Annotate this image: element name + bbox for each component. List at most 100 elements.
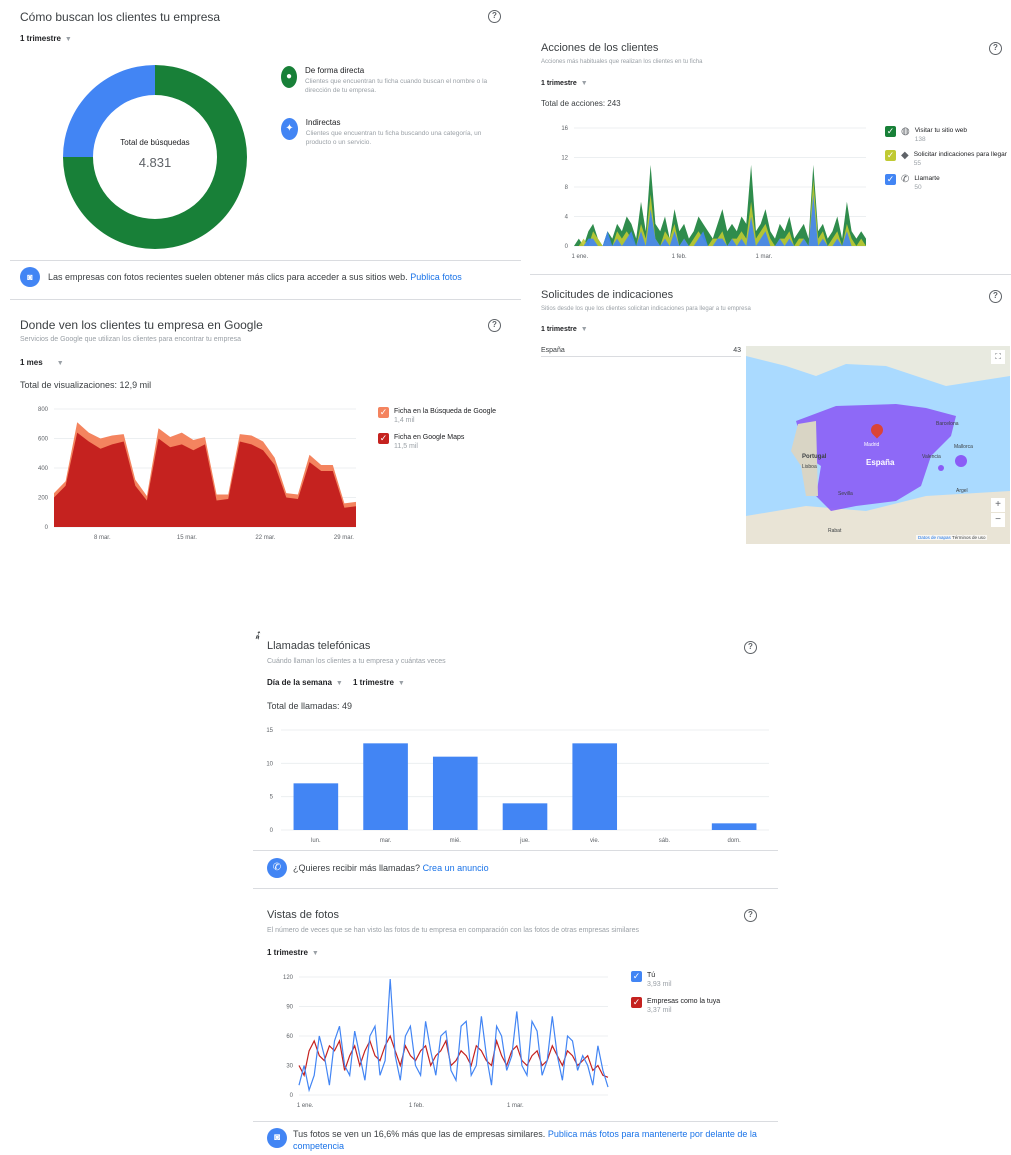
row-place: España [541, 347, 565, 354]
x-tick-label: sáb. [659, 838, 671, 844]
actions-period-dropdown[interactable]: 1 trimestre ▼ [541, 80, 588, 87]
bar [572, 743, 618, 830]
calls-subtitle: Cuándo llaman los clientes a tu empresa … [267, 658, 446, 665]
legend-indirect: ✦ Indirectas Clientes que encuentran tu … [281, 118, 491, 147]
divider [253, 850, 778, 851]
y-tick-label: 600 [38, 437, 49, 443]
help-icon[interactable]: ? [989, 42, 1002, 55]
y-tick-label: 0 [270, 828, 274, 834]
location-pin-icon: ● [281, 66, 298, 88]
calls-day-dropdown[interactable]: Día de la semana ▼ [267, 678, 343, 687]
legend-directions[interactable]: ✓ ◆ Solicitar indicaciones para llegar 55 [885, 150, 1007, 168]
calls-card: ➶ Llamadas telefónicas Cuándo llaman los… [250, 626, 778, 890]
checkbox-icon: ✓ [885, 126, 896, 137]
x-tick-label: dom. [727, 838, 741, 844]
x-tick-label: 1 ene. [571, 254, 588, 260]
map-data-link[interactable]: Datos de mapas [918, 535, 951, 540]
chevron-down-icon: ▼ [64, 36, 72, 43]
y-tick-label: 800 [38, 407, 49, 413]
photos-banner-text: Tus fotos se ven un 16,6% más que las de… [293, 1128, 767, 1152]
directions-row: España 43 [541, 347, 741, 357]
help-icon[interactable]: ? [744, 909, 757, 922]
donut-total-value: 4.831 [138, 155, 172, 170]
searches-period-dropdown[interactable]: 1 trimestre ▼ [20, 34, 72, 43]
x-tick-label: vie. [590, 838, 600, 844]
help-icon[interactable]: ? [488, 319, 501, 332]
divider [530, 274, 1011, 275]
directions-icon: ◆ [901, 150, 909, 161]
map-label-argel: Argel [956, 488, 968, 494]
x-tick-label: 15 mar. [177, 535, 197, 541]
checkbox-icon: ✓ [631, 997, 642, 1008]
legend-value: 11,5 mil [394, 443, 418, 450]
x-tick-label: 1 mar. [507, 1103, 524, 1109]
legend-indirect-title: Indirectas [305, 118, 341, 127]
map-label-sevilla: Sevilla [838, 491, 853, 497]
checkbox-icon: ✓ [378, 407, 389, 418]
legend-similar[interactable]: ✓ Empresas como la tuya 3,37 mil [631, 997, 771, 1015]
x-tick-label: mar. [380, 838, 392, 844]
compass-icon: ✦ [281, 118, 298, 140]
map-label-portugal: Portugal [802, 454, 827, 460]
legend-label: Ficha en Google Maps [394, 434, 465, 441]
legend-you[interactable]: ✓ Tú 3,93 mil [631, 971, 771, 989]
legend-label: Llamarte [914, 175, 940, 182]
legend-value: 55 [913, 160, 921, 167]
zoom-in-button[interactable]: + [991, 498, 1005, 512]
x-tick-label: jue. [519, 838, 530, 844]
photos-period-dropdown[interactable]: 1 trimestre ▼ [267, 948, 319, 957]
map-view[interactable]: España Portugal Lisboa Sevilla Madrid Va… [746, 346, 1010, 544]
x-tick-label: 1 feb. [672, 254, 687, 260]
y-tick-label: 10 [266, 761, 273, 767]
help-icon[interactable]: ? [989, 290, 1002, 303]
publish-photos-link[interactable]: Publica fotos [410, 272, 462, 282]
line-series [298, 1034, 609, 1078]
directions-card: Solicitudes de indicaciones Sitios desde… [530, 280, 1011, 550]
checkbox-icon: ✓ [378, 433, 389, 444]
legend-search[interactable]: ✓ Ficha en la Búsqueda de Google 1,4 mil [378, 407, 498, 425]
actions-legend: ✓ ◍ Visitar tu sitio web 138 ✓ ◆ Solicita… [885, 126, 1007, 192]
legend-label: Ficha en la Búsqueda de Google [394, 408, 496, 415]
legend-label: Empresas como la tuya [647, 998, 721, 1005]
bar [293, 783, 339, 830]
calls-period-dropdown[interactable]: 1 trimestre ▼ [353, 678, 405, 687]
photos-subtitle: El número de veces que se han visto las … [267, 927, 639, 934]
y-tick-label: 0 [45, 525, 49, 531]
zoom-out-button[interactable]: − [991, 513, 1005, 527]
period-label: 1 trimestre [20, 34, 61, 43]
help-icon[interactable]: ? [744, 641, 757, 654]
map-terms-link[interactable]: Términos de uso [952, 535, 986, 540]
map-label-rabat: Rabat [828, 528, 842, 534]
divider [253, 1121, 778, 1122]
legend-website[interactable]: ✓ ◍ Visitar tu sitio web 138 [885, 126, 1007, 144]
cursor-icon: ➶ [250, 626, 266, 644]
legend-maps[interactable]: ✓ Ficha en Google Maps 11,5 mil [378, 433, 498, 451]
legend-calls[interactable]: ✓ ✆ Llamarte 50 [885, 174, 1007, 192]
chevron-down-icon: ▼ [580, 326, 588, 333]
map-label-lisboa: Lisboa [802, 464, 817, 470]
help-icon[interactable]: ? [488, 10, 501, 23]
filter-label: 1 trimestre [353, 678, 394, 687]
divider [10, 299, 521, 300]
views-legend: ✓ Ficha en la Búsqueda de Google 1,4 mil … [378, 407, 498, 451]
area-series [574, 179, 866, 246]
x-tick-label: 22 mar. [255, 535, 275, 541]
map-label-madrid: Madrid [864, 442, 880, 448]
directions-period-dropdown[interactable]: 1 trimestre ▼ [541, 326, 588, 333]
fullscreen-icon[interactable]: ⛶ [991, 350, 1005, 364]
create-ad-link[interactable]: Crea un anuncio [423, 863, 489, 873]
y-tick-label: 8 [565, 185, 569, 191]
views-period-dropdown[interactable]: 1 mes ▼ [20, 358, 64, 367]
y-tick-label: 4 [565, 215, 569, 221]
actions-card: Acciones de los clientes Acciones más ha… [530, 30, 1011, 275]
x-tick-label: 1 mar. [755, 254, 772, 260]
line-series [298, 978, 609, 1093]
calls-bar-chart: 0 5 10 15 lun. mar. mié. jue. vie. sáb. dom. [266, 728, 769, 844]
photos-title: Vistas de fotos [267, 909, 339, 921]
searches-card: Cómo buscan los clientes tu empresa ? 1 … [0, 0, 521, 300]
filter-label: Día de la semana [267, 678, 332, 687]
checkbox-icon: ✓ [885, 150, 896, 161]
actions-total: Total de acciones: 243 [541, 99, 621, 108]
y-tick-label: 0 [290, 1093, 294, 1099]
divider [253, 888, 778, 889]
